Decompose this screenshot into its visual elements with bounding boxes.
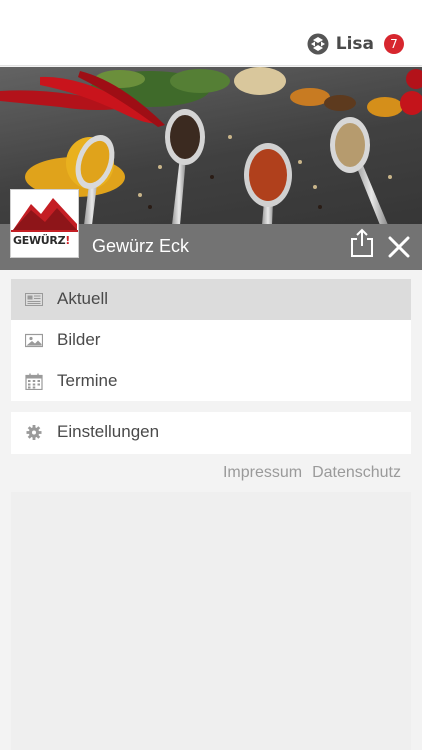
- menu-label-aktuell: Aktuell: [57, 289, 109, 308]
- calendar-icon: [25, 373, 43, 390]
- datenschutz-link[interactable]: Datenschutz: [312, 464, 401, 482]
- impressum-link[interactable]: Impressum: [223, 464, 302, 482]
- business-name: Gewürz Eck: [92, 236, 190, 256]
- newspaper-icon: [25, 293, 43, 306]
- settings-menu: Einstellungen: [11, 412, 411, 454]
- mountain-logo-icon: [11, 198, 78, 232]
- main-menu: Aktuell Bilder Termine: [11, 279, 411, 401]
- user-name: Lisa: [335, 34, 374, 54]
- app-logo-icon: [307, 33, 329, 55]
- close-icon[interactable]: [388, 236, 410, 258]
- business-logo: GEWÜRZ!: [10, 189, 79, 258]
- share-icon[interactable]: [349, 228, 375, 258]
- image-icon: [25, 333, 43, 348]
- content-placeholder: [11, 492, 411, 750]
- top-bar: Lisa 7: [0, 0, 422, 66]
- gear-icon: [26, 425, 42, 440]
- logo-text: GEWÜRZ!: [13, 234, 70, 247]
- user-menu[interactable]: Lisa 7: [307, 31, 404, 57]
- menu-item-aktuell[interactable]: Aktuell: [11, 279, 411, 320]
- menu-label-bilder: Bilder: [57, 330, 101, 349]
- menu-label-einstellungen: Einstellungen: [57, 422, 160, 441]
- menu-item-termine[interactable]: Termine: [11, 361, 411, 402]
- footer-links: Impressum Datenschutz: [223, 464, 401, 482]
- notification-badge[interactable]: 7: [384, 34, 404, 54]
- menu-item-einstellungen[interactable]: Einstellungen: [11, 412, 411, 453]
- menu-label-termine: Termine: [57, 371, 118, 390]
- menu-item-bilder[interactable]: Bilder: [11, 320, 411, 361]
